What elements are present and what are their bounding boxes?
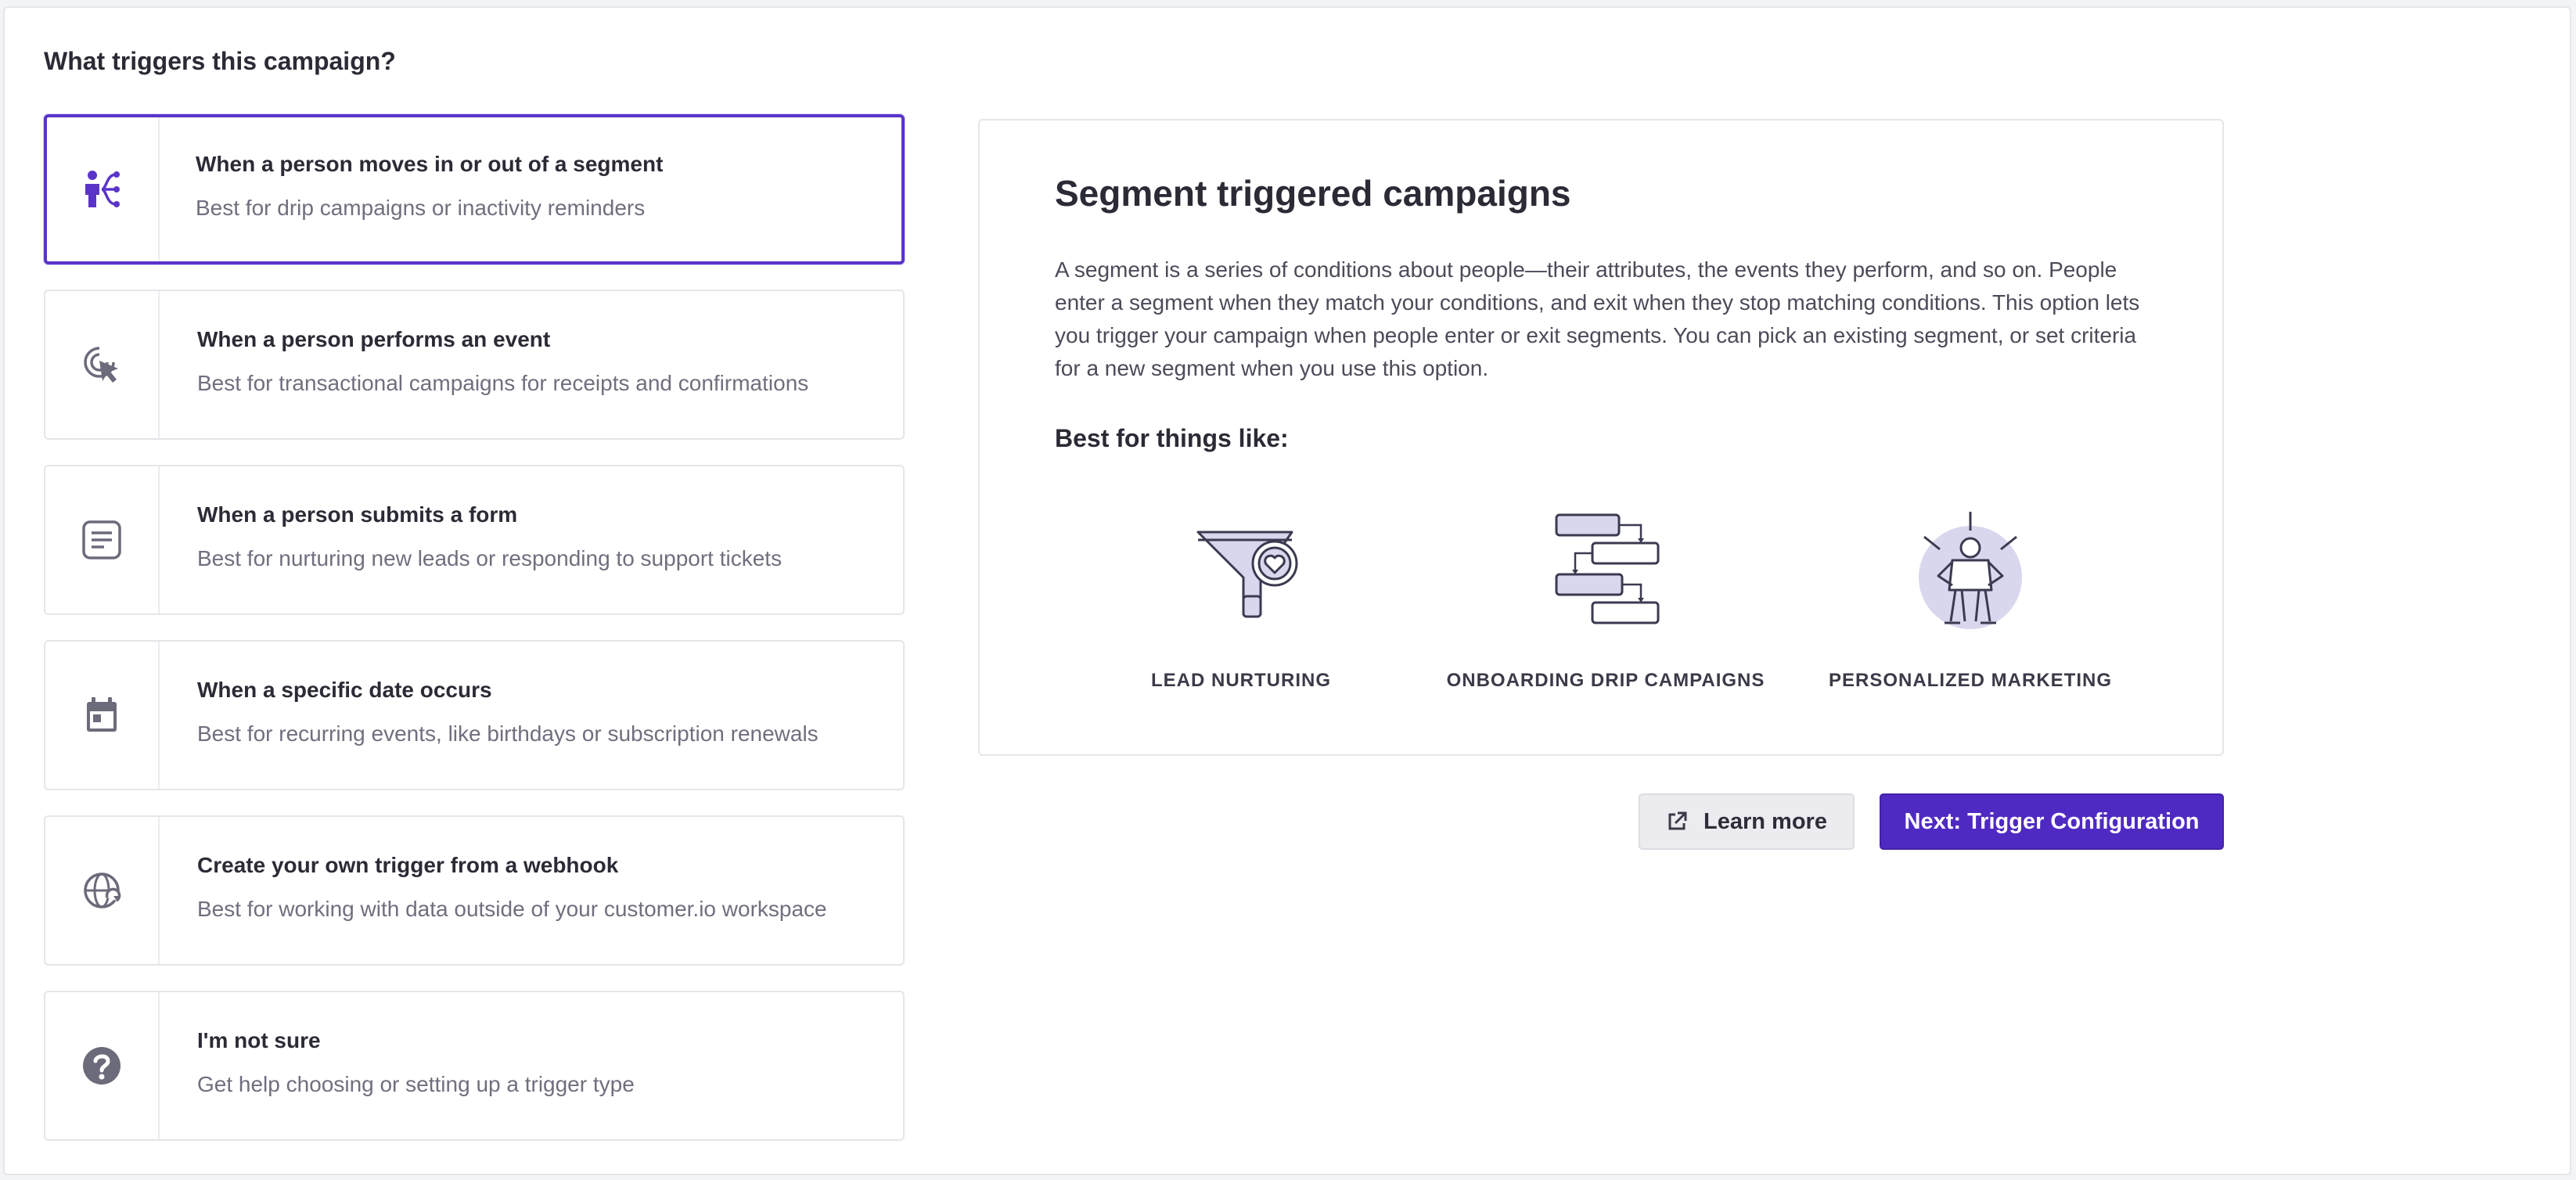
trigger-option-event[interactable]: When a person performs an event Best for… — [44, 290, 905, 440]
next-button-label: Next: Trigger Configuration — [1904, 808, 2200, 834]
option-title: When a specific date occurs — [197, 678, 492, 702]
option-subtitle: Best for recurring events, like birthday… — [197, 721, 818, 746]
use-case-personalized: PERSONALIZED MARKETING — [1806, 504, 2135, 692]
option-subtitle: Best for drip campaigns or inactivity re… — [196, 196, 646, 220]
option-title: I'm not sure — [197, 1028, 321, 1052]
learn-more-label: Learn more — [1704, 808, 1827, 834]
trigger-option-not-sure[interactable]: I'm not sure Get help choosing or settin… — [44, 991, 905, 1141]
trigger-option-webhook[interactable]: Create your own trigger from a webhook B… — [44, 815, 905, 966]
option-title: When a person moves in or out of a segme… — [196, 152, 664, 176]
calendar-icon — [87, 697, 117, 732]
panel-description: A segment is a series of conditions abou… — [1055, 257, 2140, 380]
trigger-description-panel: Segment triggered campaigns A segment is… — [978, 119, 2224, 756]
option-title: Create your own trigger from a webhook — [197, 853, 619, 877]
learn-more-button[interactable]: Learn more — [1639, 793, 1855, 850]
trigger-option-form[interactable]: When a person submits a form Best for nu… — [44, 465, 905, 615]
option-subtitle: Get help choosing or setting up a trigge… — [197, 1072, 635, 1096]
option-title: When a person performs an event — [197, 327, 551, 351]
question-icon — [83, 1047, 121, 1085]
form-icon — [82, 520, 121, 559]
option-subtitle: Best for working with data outside of yo… — [197, 897, 827, 921]
trigger-option-segment[interactable]: When a person moves in or out of a segme… — [44, 114, 905, 264]
external-link-icon — [1668, 811, 1687, 830]
segment-icon — [85, 171, 120, 207]
funnel-heart-icon — [1196, 531, 1298, 618]
campaign-trigger-card: What triggers this campaign? When a pers… — [3, 6, 2571, 1175]
page-title: What triggers this campaign? — [44, 47, 396, 75]
use-case-label: PERSONALIZED MARKETING — [1828, 670, 2112, 691]
person-spotlight-icon — [1919, 512, 2022, 629]
cursor-click-icon — [84, 347, 118, 383]
use-case-lead-nurturing: LEAD NURTURING — [1077, 504, 1405, 692]
option-subtitle: Best for transactional campaigns for rec… — [197, 371, 809, 395]
option-title: When a person submits a form — [197, 502, 518, 527]
next-trigger-configuration-button[interactable]: Next: Trigger Configuration — [1880, 793, 2224, 850]
use-case-onboarding: ONBOARDING DRIP CAMPAIGNS — [1441, 504, 1770, 692]
panel-subheading: Best for things like: — [1055, 424, 1289, 452]
flow-steps-icon — [1555, 513, 1660, 624]
trigger-option-date[interactable]: When a specific date occurs Best for rec… — [44, 640, 905, 790]
use-case-label: LEAD NURTURING — [1151, 670, 1331, 691]
panel-title: Segment triggered campaigns — [1055, 173, 1571, 214]
webhook-globe-icon — [84, 872, 121, 908]
use-case-label: ONBOARDING DRIP CAMPAIGNS — [1446, 670, 1765, 691]
trigger-options-list: When a person moves in or out of a segme… — [44, 114, 905, 1166]
option-subtitle: Best for nurturing new leads or respondi… — [197, 546, 783, 570]
